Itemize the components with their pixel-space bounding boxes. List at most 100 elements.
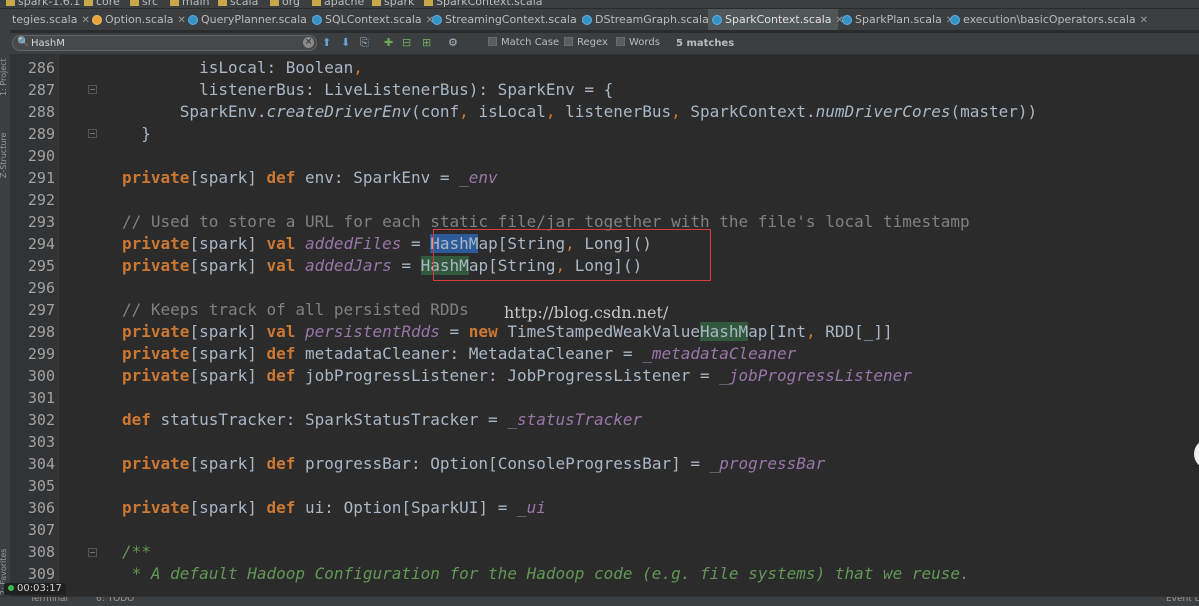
code-line[interactable]: } — [122, 123, 151, 145]
breadcrumb-item[interactable]: org — [270, 0, 300, 8]
scala-class-icon — [312, 15, 322, 25]
line-number: 291 — [27, 169, 55, 187]
line-number: 303 — [27, 433, 55, 451]
code-token: (conf — [411, 102, 460, 121]
code-token: , — [805, 322, 826, 341]
breadcrumb-item[interactable]: spark-1.6.1 — [6, 0, 80, 8]
fold-column — [58, 55, 105, 595]
line-number: 288 — [27, 103, 55, 121]
previous-occurrence-icon[interactable]: ⬆ — [322, 36, 331, 50]
folder-icon — [372, 0, 381, 6]
code-token: _jobProgressListener — [719, 366, 912, 385]
checkbox-box[interactable] — [616, 37, 625, 46]
code-token: , — [459, 102, 479, 121]
scala-class-icon — [188, 15, 198, 25]
remove-selection-occurrence-icon[interactable]: ⊟ — [402, 36, 411, 50]
filter-settings-icon[interactable]: ⚙ — [448, 36, 458, 50]
overlay-circle — [1194, 439, 1199, 469]
match-case-checkbox[interactable]: Match Case — [488, 37, 559, 49]
code-line[interactable]: private[spark] def env: SparkEnv = _env — [122, 167, 498, 189]
search-input[interactable] — [31, 36, 291, 50]
tab-label: SparkContext.scala — [725, 13, 832, 26]
clear-search-icon[interactable]: × — [303, 37, 314, 48]
tab-strategies[interactable]: tegies.scala ✕ — [8, 9, 90, 30]
tab-option[interactable]: Option.scala ✕ — [88, 9, 186, 30]
tab-sqlcontext[interactable]: SQLContext.scala ✕ — [308, 9, 434, 30]
tab-basicoperators[interactable]: execution\basicOperators.scala ✕ — [946, 9, 1148, 30]
line-number: 305 — [27, 477, 55, 495]
terminal-tool-button[interactable]: Terminal — [30, 597, 68, 604]
checkbox-box[interactable] — [488, 37, 497, 46]
breadcrumb-item[interactable]: spark — [372, 0, 414, 8]
tab-sparkcontext[interactable]: SparkContext.scala ✕ — [708, 9, 844, 30]
close-icon[interactable]: ✕ — [1140, 15, 1148, 26]
checkbox-box[interactable] — [564, 37, 573, 46]
code-token: val — [266, 256, 306, 275]
line-number: 294 — [27, 235, 55, 253]
regex-checkbox[interactable]: Regex — [564, 37, 608, 49]
breadcrumb-item[interactable]: main — [170, 0, 209, 8]
tab-dstreamgraph[interactable]: DStreamGraph.scala✕ — [578, 9, 721, 30]
event-log-button[interactable]: Event L — [1166, 597, 1199, 604]
tab-streamingcontext[interactable]: StreamingContext.scala✕ — [428, 9, 589, 30]
breadcrumb-item[interactable]: apache — [312, 0, 364, 8]
fold-marker-icon[interactable] — [88, 85, 97, 94]
code-line[interactable]: private[spark] val persistentRdds = new … — [122, 321, 893, 343]
code-token: env: SparkEnv = — [305, 168, 460, 187]
line-number: 300 — [27, 367, 55, 385]
project-tool-tab[interactable]: 1: Project — [0, 58, 8, 96]
find-in-files-icon[interactable]: ⎘ — [360, 36, 369, 50]
code-line[interactable]: private[spark] def progressBar: Option[C… — [122, 453, 825, 475]
code-token: _metadataCleaner — [642, 344, 797, 363]
line-number: 306 — [27, 499, 55, 517]
code-token: private — [122, 498, 190, 517]
code-token: def — [122, 410, 161, 429]
code-token: metadataCleaner: MetadataCleaner = — [305, 344, 643, 363]
next-occurrence-icon[interactable]: ⬇ — [341, 36, 350, 50]
code-token: = — [401, 234, 431, 253]
fold-marker-icon[interactable] — [88, 129, 97, 138]
search-field[interactable]: 🔍 × — [12, 35, 317, 51]
annotation-box — [433, 229, 711, 281]
code-token: [spark] — [189, 454, 267, 473]
watermark: http://blog.csdn.net/ — [504, 303, 669, 322]
code-line[interactable]: SparkEnv.createDriverEnv(conf, isLocal, … — [122, 101, 1037, 123]
code-token: def — [266, 454, 306, 473]
tab-label: DStreamGraph.scala — [595, 13, 709, 26]
code-line[interactable]: def statusTracker: SparkStatusTracker = … — [122, 409, 642, 431]
code-token: numDriverCores — [815, 102, 951, 121]
breadcrumb-item[interactable]: SparkContext.scala — [424, 0, 543, 8]
line-number: 290 — [27, 147, 55, 165]
line-number: 295 — [27, 257, 55, 275]
tab-queryplanner[interactable]: QueryPlanner.scala✕ — [184, 9, 319, 30]
code-token: createDriverEnv — [266, 102, 412, 121]
tab-sparkplan[interactable]: SparkPlan.scala✕ — [838, 9, 954, 30]
code-line[interactable]: private[spark] def jobProgressListener: … — [122, 365, 912, 387]
tab-label: StreamingContext.scala — [445, 13, 577, 26]
breadcrumb-item[interactable]: scala — [218, 0, 258, 8]
code-line[interactable]: listenerBus: LiveListenerBus): SparkEnv … — [122, 79, 613, 101]
todo-tool-button[interactable]: 6: TODO — [96, 597, 134, 604]
line-number: 301 — [27, 389, 55, 407]
breadcrumb-item[interactable]: core — [84, 0, 120, 8]
code-line[interactable]: * A default Hadoop Configuration for the… — [122, 563, 970, 585]
fold-marker-icon[interactable] — [88, 548, 97, 557]
code-token: [spark] — [189, 234, 267, 253]
structure-tool-tab[interactable]: Z-Structure — [0, 133, 8, 178]
code-line[interactable]: private[spark] def ui: Option[SparkUI] =… — [122, 497, 546, 519]
code-line[interactable]: /** — [122, 541, 151, 563]
tab-label: tegies.scala — [12, 13, 78, 26]
folder-icon — [130, 0, 139, 6]
code-token: isLocal: — [122, 58, 286, 77]
code-line[interactable]: private[spark] def metadataCleaner: Meta… — [122, 343, 796, 365]
tab-label: execution\basicOperators.scala — [963, 13, 1136, 26]
breadcrumb-item[interactable]: src — [130, 0, 158, 8]
search-icon[interactable]: 🔍 — [17, 37, 29, 48]
line-number: 302 — [27, 411, 55, 429]
code-line[interactable]: // Keeps track of all persisted RDDs — [122, 299, 469, 321]
add-selection-occurrence-icon[interactable]: ✚ — [384, 36, 393, 50]
code-line[interactable]: isLocal: Boolean, — [122, 57, 363, 79]
code-token: addedJars — [305, 256, 392, 275]
select-all-occurrences-icon[interactable]: ⊞ — [422, 36, 431, 50]
words-checkbox[interactable]: Words — [616, 37, 660, 49]
